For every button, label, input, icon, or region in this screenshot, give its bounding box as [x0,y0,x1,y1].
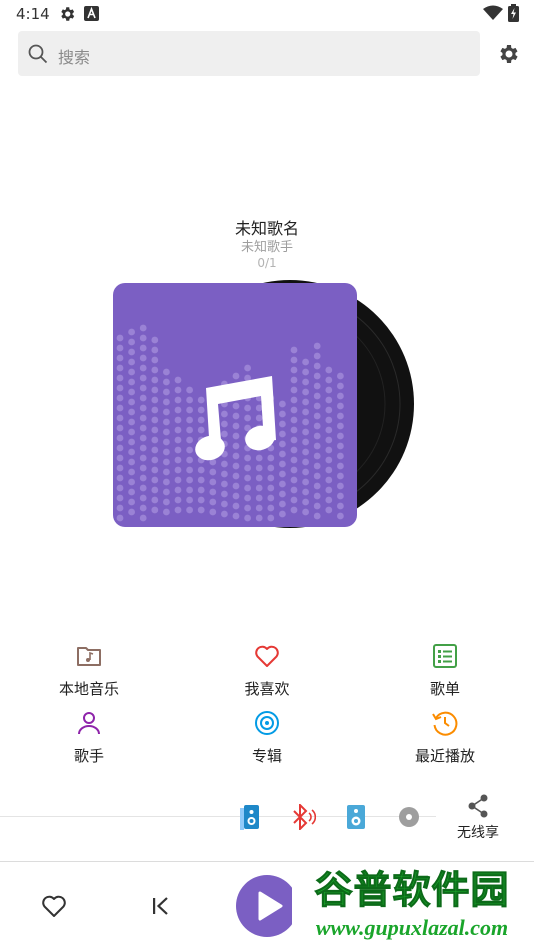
play-icon [258,891,283,921]
disc-icon[interactable] [398,806,420,828]
shortcut-playlist[interactable]: 歌单 [356,642,534,699]
a-icon [84,6,99,21]
album-artwork[interactable] [110,280,420,532]
shortcut-label: 本地音乐 [58,680,119,698]
settings-button[interactable] [496,42,520,66]
wifi-icon [483,5,503,20]
progress-track [0,816,436,817]
playlist-icon [433,644,457,668]
player-bar-divider [0,861,534,862]
wireless-share-label[interactable]: 无线享 [448,822,508,842]
shortcut-label: 歌单 [429,680,460,698]
status-bar [0,0,534,28]
folder-music-icon [77,647,101,666]
speaker-icon[interactable] [238,803,262,831]
gear-icon [61,7,75,21]
skip-previous-icon [153,897,168,915]
battery-icon [508,4,519,22]
shortcut-label: 我喜欢 [244,680,290,698]
heart-icon [255,645,279,667]
shortcut-label: 最近播放 [414,747,475,765]
song-position: 0/1 [257,256,277,270]
favorite-button[interactable] [40,892,68,920]
bluetooth-audio-icon[interactable] [290,804,316,830]
share-icon[interactable] [466,793,490,819]
shortcut-artists[interactable]: 歌手 [0,709,178,766]
skip-previous-button[interactable] [148,894,172,918]
shortcut-recent[interactable]: 最近播放 [356,709,534,766]
album-icon [255,711,279,735]
shortcut-favorites[interactable]: 我喜欢 [178,642,356,699]
status-time: 4:14 [16,5,50,23]
person-icon [78,712,100,735]
search-placeholder: 搜索 [58,48,91,67]
history-icon [432,711,458,736]
search-icon [28,44,48,64]
watermark-title: 谷普软件园 [314,868,510,913]
shortcut-label: 专辑 [251,747,282,765]
shortcut-local-music[interactable]: 本地音乐 [0,642,178,699]
play-button[interactable] [236,875,298,937]
shortcut-label: 歌手 [73,747,104,765]
heart-icon [42,895,66,917]
speaker-icon[interactable] [345,803,367,831]
song-artist: 未知歌手 [240,240,293,255]
watermark-url: www.gupuxlazal.com [315,915,509,940]
shortcut-albums[interactable]: 专辑 [178,709,356,766]
